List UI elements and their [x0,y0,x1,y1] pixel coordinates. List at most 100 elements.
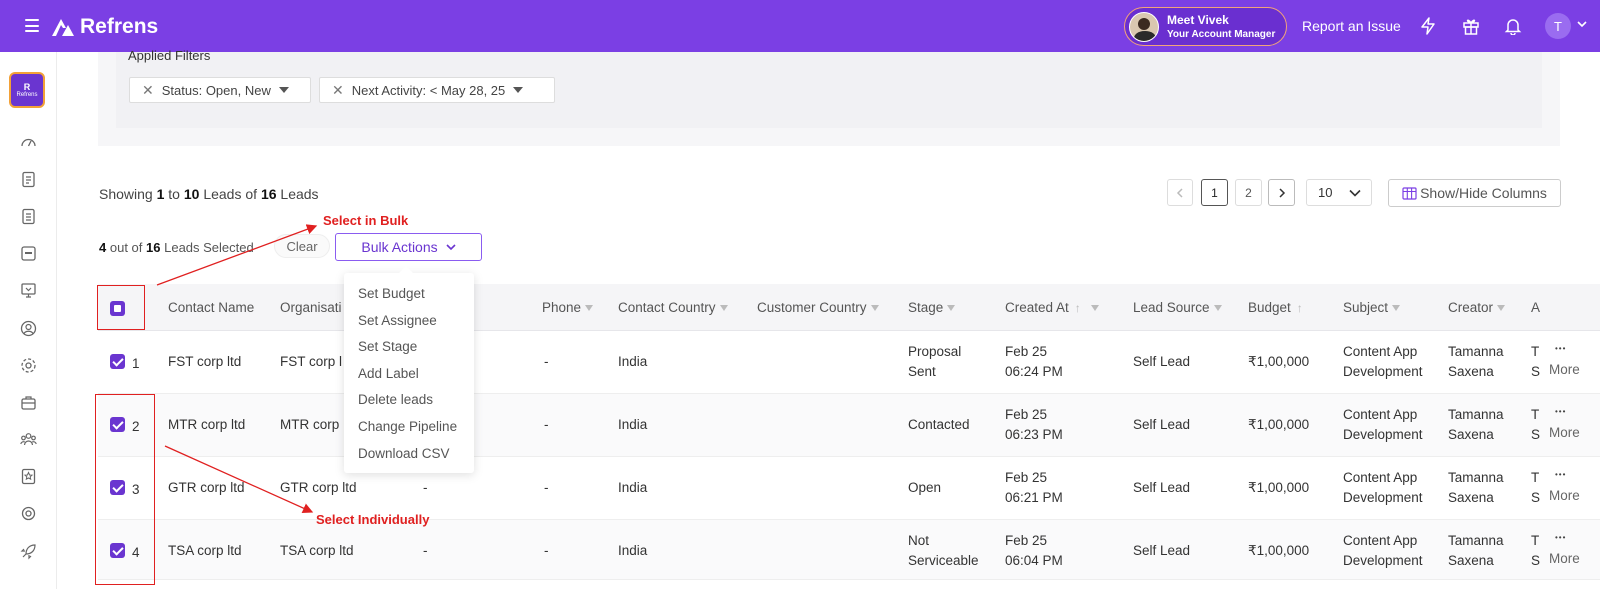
caret-down-icon[interactable] [278,87,289,93]
filter-icon[interactable] [1213,304,1222,311]
gst-icon[interactable] [20,245,37,262]
column-header-organisation[interactable]: Organisati [280,300,342,315]
presentation-icon[interactable] [20,282,37,299]
business-switcher[interactable]: R Refrens [9,72,45,108]
more-button[interactable]: More [1549,551,1580,566]
filter-icon[interactable] [1497,304,1506,311]
filter-chip-next-activity[interactable]: ✕ Next Activity: < May 28, 25 [319,77,555,103]
column-header-subject[interactable]: Subject [1343,300,1401,315]
bell-icon[interactable] [1504,17,1522,35]
column-header-customer-country[interactable]: Customer Country [757,300,879,315]
report-issue-link[interactable]: Report an Issue [1302,18,1401,34]
column-header-contact-country[interactable]: Contact Country [618,300,728,315]
stage-cell: Contacted [908,415,970,435]
menu-item-set-budget[interactable]: Set Budget [344,281,474,308]
subject-cell-line1: Content App [1343,344,1418,359]
document-icon[interactable] [20,208,37,225]
filter-icon[interactable] [1090,304,1099,311]
user-circle-icon[interactable] [20,320,37,337]
sort-arrow-up-icon[interactable]: ↑ [1297,301,1303,315]
account-manager-button[interactable]: Meet Vivek Your Account Manager [1124,7,1287,46]
filter-chip-status[interactable]: ✕ Status: Open, New [129,77,311,103]
subject-cell-line2: Development [1343,490,1423,505]
menu-item-set-assignee[interactable]: Set Assignee [344,308,474,335]
filter-icon[interactable] [1392,304,1401,311]
sidebar: R Refrens [0,52,57,589]
prev-page-button[interactable] [1167,179,1193,206]
gift-icon[interactable] [1462,17,1480,35]
stage-cell-line1: Proposal [908,344,962,359]
page-1-button[interactable]: 1 [1201,179,1228,206]
caret-down-icon[interactable] [513,87,524,93]
column-header-phone[interactable]: Phone [542,300,594,315]
close-icon[interactable]: ✕ [332,82,344,99]
menu-item-delete-leads[interactable]: Delete leads [344,387,474,414]
budget-cell: ₹1,00,000 [1248,543,1310,558]
star-badge-icon[interactable] [20,468,37,485]
settings-icon[interactable] [20,505,37,522]
filter-chip-label: Status: Open, New [161,82,271,98]
assignee-cell-line2: S [1531,553,1541,568]
show-hide-columns-label: Show/Hide Columns [1420,185,1547,201]
next-page-button[interactable] [1268,179,1295,206]
filter-icon[interactable] [870,304,879,311]
column-header-contact-name[interactable]: Contact Name [168,300,254,315]
subject-cell-line2: Development [1343,427,1423,442]
page-size-select[interactable]: 10 [1306,179,1372,206]
filter-panel [98,52,1560,146]
menu-item-change-pipeline[interactable]: Change Pipeline [344,414,474,441]
chevron-down-icon[interactable] [1577,20,1587,28]
more-options-icon[interactable]: ••• [1555,344,1566,353]
creator-cell: Tamanna Saxena [1448,342,1504,382]
column-header-creator[interactable]: Creator [1448,300,1506,315]
filter-icon[interactable] [585,304,594,311]
column-header-lead-source[interactable]: Lead Source [1133,300,1222,315]
created-at-cell: Feb 25 06:21 PM [1005,468,1063,508]
more-options-icon[interactable]: ••• [1555,533,1566,542]
dashboard-icon[interactable] [20,134,37,151]
team-icon[interactable] [20,431,37,448]
page-2-button[interactable]: 2 [1235,179,1262,206]
menu-icon[interactable] [25,19,39,32]
creator-cell-line2: Saxena [1448,364,1494,379]
bolt-icon[interactable] [1419,17,1437,35]
budget-cell: ₹1,00,000 [1248,417,1310,432]
row-checkbox[interactable] [110,354,125,369]
invoice-icon[interactable] [20,171,37,188]
more-button[interactable]: More [1549,362,1580,377]
lead-source-cell: Self Lead [1133,354,1191,369]
menu-item-set-stage[interactable]: Set Stage [344,334,474,361]
menu-item-download-csv[interactable]: Download CSV [344,441,474,468]
settings-gear-icon[interactable] [20,357,37,374]
lead-source-cell: Self Lead [1133,543,1191,558]
column-header-budget[interactable]: Budget ↑ [1248,300,1303,315]
contact-name-cell: FST corp ltd [168,354,242,369]
organisation-cell: TSA corp ltd [280,543,354,558]
close-icon[interactable]: ✕ [142,82,154,99]
filter-icon[interactable] [719,304,728,311]
more-options-icon[interactable]: ••• [1555,470,1566,479]
refrens-logo-icon [52,19,74,36]
app-logo[interactable]: Refrens [50,15,158,39]
briefcase-icon[interactable] [20,394,37,411]
menu-item-add-label[interactable]: Add Label [344,361,474,388]
creator-cell-line2: Saxena [1448,490,1494,505]
more-button[interactable]: More [1549,425,1580,440]
show-hide-columns-button[interactable]: Show/Hide Columns [1388,179,1561,207]
rocket-icon[interactable] [20,543,37,560]
contact-name-cell: TSA corp ltd [168,543,242,558]
filter-icon[interactable] [947,304,956,311]
sort-arrow-up-icon[interactable]: ↑ [1075,301,1081,315]
user-avatar[interactable]: T [1545,13,1571,39]
assignee-cell: TS [1531,468,1540,508]
column-header-stage[interactable]: Stage [908,300,956,315]
column-header-assignee[interactable]: A [1531,300,1540,315]
brand-badge-text: Refrens [16,92,38,98]
clear-selection-button[interactable]: Clear [274,234,330,258]
more-options-icon[interactable]: ••• [1555,407,1566,416]
more-button[interactable]: More [1549,488,1580,503]
column-header-created-at[interactable]: Created At ↑ [1005,300,1099,315]
created-at-cell: Feb 25 06:04 PM [1005,531,1063,571]
manager-name: Meet Vivek [1167,13,1229,27]
bulk-actions-button[interactable]: Bulk Actions [335,233,482,261]
